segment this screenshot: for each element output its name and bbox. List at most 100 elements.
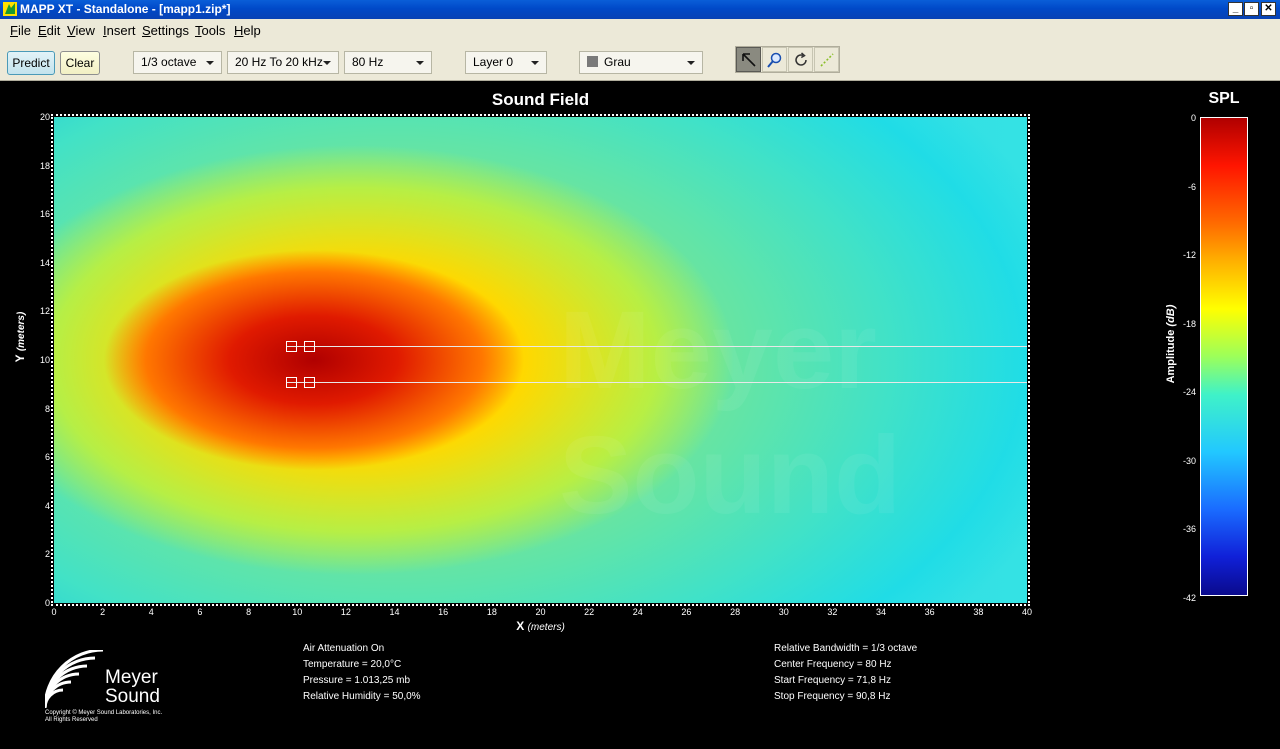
x-tick-label: 8: [246, 607, 252, 617]
x-tick-label: 22: [584, 607, 595, 617]
y-tick-label: 6: [44, 452, 50, 463]
layer-value: Layer 0: [473, 55, 514, 69]
colorbar-tick-label: 0: [1190, 113, 1196, 123]
sound-waves-logo-icon: [45, 650, 105, 708]
frequency-info: Relative Bandwidth = 1/3 octave Center F…: [774, 641, 917, 705]
x-tick-label: 38: [973, 607, 984, 617]
y-tick-label: 16: [39, 209, 50, 220]
layer-dropdown[interactable]: Layer 0: [465, 51, 547, 74]
spl-colorbar: [1200, 117, 1248, 596]
center-frequency: Center Frequency = 80 Hz: [774, 659, 892, 670]
rights-text: All Rights Reserved: [45, 717, 98, 723]
menu-tools[interactable]: Tools: [195, 19, 225, 42]
x-tick-label: 14: [389, 607, 400, 617]
start-frequency: Start Frequency = 71,8 Hz: [774, 675, 892, 686]
y-tick-label: 18: [39, 160, 50, 171]
window-title: MAPP XT - Standalone - [mapp1.zip*]: [20, 2, 231, 16]
x-tick-label: 6: [197, 607, 203, 617]
menu-edit-rest: dit: [46, 23, 61, 38]
relative-humidity: Relative Humidity = 50,0%: [303, 691, 421, 702]
minimize-button[interactable]: _: [1228, 2, 1243, 16]
x-tick-label: 26: [681, 607, 692, 617]
x-axis-unit: (meters): [527, 622, 565, 633]
title-bar: MAPP XT - Standalone - [mapp1.zip*] _ ▫ …: [0, 0, 1280, 19]
chevron-down-icon: [531, 61, 539, 65]
clear-button[interactable]: Clear: [60, 51, 100, 75]
menu-edit[interactable]: Edit: [38, 19, 60, 42]
toolbar: Predict Clear 1/3 octave 20 Hz To 20 kHz…: [0, 42, 1280, 81]
y-axis-name: Y: [13, 354, 27, 363]
plot-title: Sound Field: [491, 90, 590, 109]
x-tick-label: 0: [51, 607, 57, 617]
menu-file[interactable]: File: [10, 19, 31, 42]
x-tick-label: 40: [1021, 607, 1032, 617]
logo-wordmark: Meyer Sound: [105, 668, 160, 706]
x-tick-label: 30: [778, 607, 789, 617]
menu-insert-rest: nsert: [106, 23, 136, 38]
chevron-down-icon: [687, 61, 695, 65]
y-tick-label: 10: [39, 355, 50, 365]
colorbar-label-text: Amplitude: [1165, 329, 1177, 384]
y-tick-label: 2: [44, 549, 50, 560]
menu-file-rest: ile: [17, 23, 31, 38]
bandwidth-value: 1/3 octave: [141, 55, 197, 69]
close-button[interactable]: ✕: [1261, 2, 1276, 16]
y-tick-label: 4: [44, 500, 50, 511]
colorbar-title: SPL: [1208, 90, 1240, 107]
rotate-tool-button[interactable]: [788, 47, 813, 72]
menu-insert[interactable]: Insert: [103, 19, 136, 42]
zoom-tool-button[interactable]: [762, 47, 787, 72]
measure-line-icon: [820, 53, 834, 67]
x-tick-label: 16: [438, 607, 449, 617]
restore-button[interactable]: ▫: [1244, 2, 1259, 16]
menu-view[interactable]: View: [67, 19, 95, 42]
x-axis-name: X: [516, 619, 525, 633]
air-attenuation: Air Attenuation On: [303, 643, 385, 654]
x-tick-label: 36: [924, 607, 935, 617]
frequency-range-value: 20 Hz To 20 kHz: [235, 55, 323, 69]
y-tick-label: 0: [44, 598, 50, 608]
predict-button[interactable]: Predict: [7, 51, 55, 75]
x-tick-label: 32: [827, 607, 838, 617]
frequency-dropdown[interactable]: 80 Hz: [344, 51, 432, 74]
app-window: MAPP XT - Standalone - [mapp1.zip*] _ ▫ …: [0, 0, 1280, 749]
menu-settings[interactable]: Settings: [142, 19, 189, 42]
colorbar-tick-label: -6: [1187, 181, 1196, 192]
frequency-range-dropdown[interactable]: 20 Hz To 20 kHz: [227, 51, 339, 74]
x-tick-label: 20: [535, 607, 546, 617]
y-tick-label: 12: [39, 306, 50, 317]
color-value: Grau: [604, 55, 631, 69]
chevron-down-icon: [416, 61, 424, 65]
y-tick-label: 8: [44, 403, 50, 414]
menu-bar: File Edit View Insert Settings Tools Hel…: [0, 19, 1280, 42]
copyright-text: Copyright © Meyer Sound Laboratories, In…: [45, 710, 163, 716]
chevron-down-icon: [206, 61, 214, 65]
color-dropdown[interactable]: Grau: [579, 51, 703, 74]
pressure: Pressure = 1.013,25 mb: [303, 675, 411, 686]
x-tick-label: 18: [486, 607, 497, 617]
relative-bandwidth: Relative Bandwidth = 1/3 octave: [774, 643, 918, 654]
x-tick-label: 34: [876, 607, 887, 617]
arrow-pointer-icon: [742, 53, 756, 67]
magnifier-icon: [767, 52, 782, 68]
select-tool-button[interactable]: [736, 47, 761, 72]
rotate-icon: [795, 52, 807, 66]
mapp-app-icon: [3, 2, 17, 16]
frequency-value: 80 Hz: [352, 55, 384, 69]
atmospheric-conditions: Air Attenuation On Temperature = 20,0°C …: [303, 641, 421, 705]
x-tick-label: 24: [632, 607, 643, 617]
colorbar-tick-label: -42: [1182, 593, 1196, 603]
copyright: Copyright © Meyer Sound Laboratories, In…: [45, 710, 162, 724]
y-tick-label: 14: [39, 257, 50, 268]
temperature: Temperature = 20,0°C: [303, 659, 402, 670]
color-swatch: [587, 56, 598, 67]
menu-settings-rest: ettings: [150, 23, 189, 38]
x-tick-label: 12: [340, 607, 351, 617]
bandwidth-dropdown[interactable]: 1/3 octave: [133, 51, 222, 74]
colorbar-tick-label: -30: [1182, 455, 1196, 466]
colorbar-label: Amplitude (dB): [1165, 289, 1177, 399]
y-axis-label: Y (meters): [13, 282, 27, 392]
colorbar-unit: (dB): [1165, 304, 1177, 327]
menu-help[interactable]: Help: [234, 19, 261, 42]
measure-tool-button[interactable]: [814, 47, 839, 72]
